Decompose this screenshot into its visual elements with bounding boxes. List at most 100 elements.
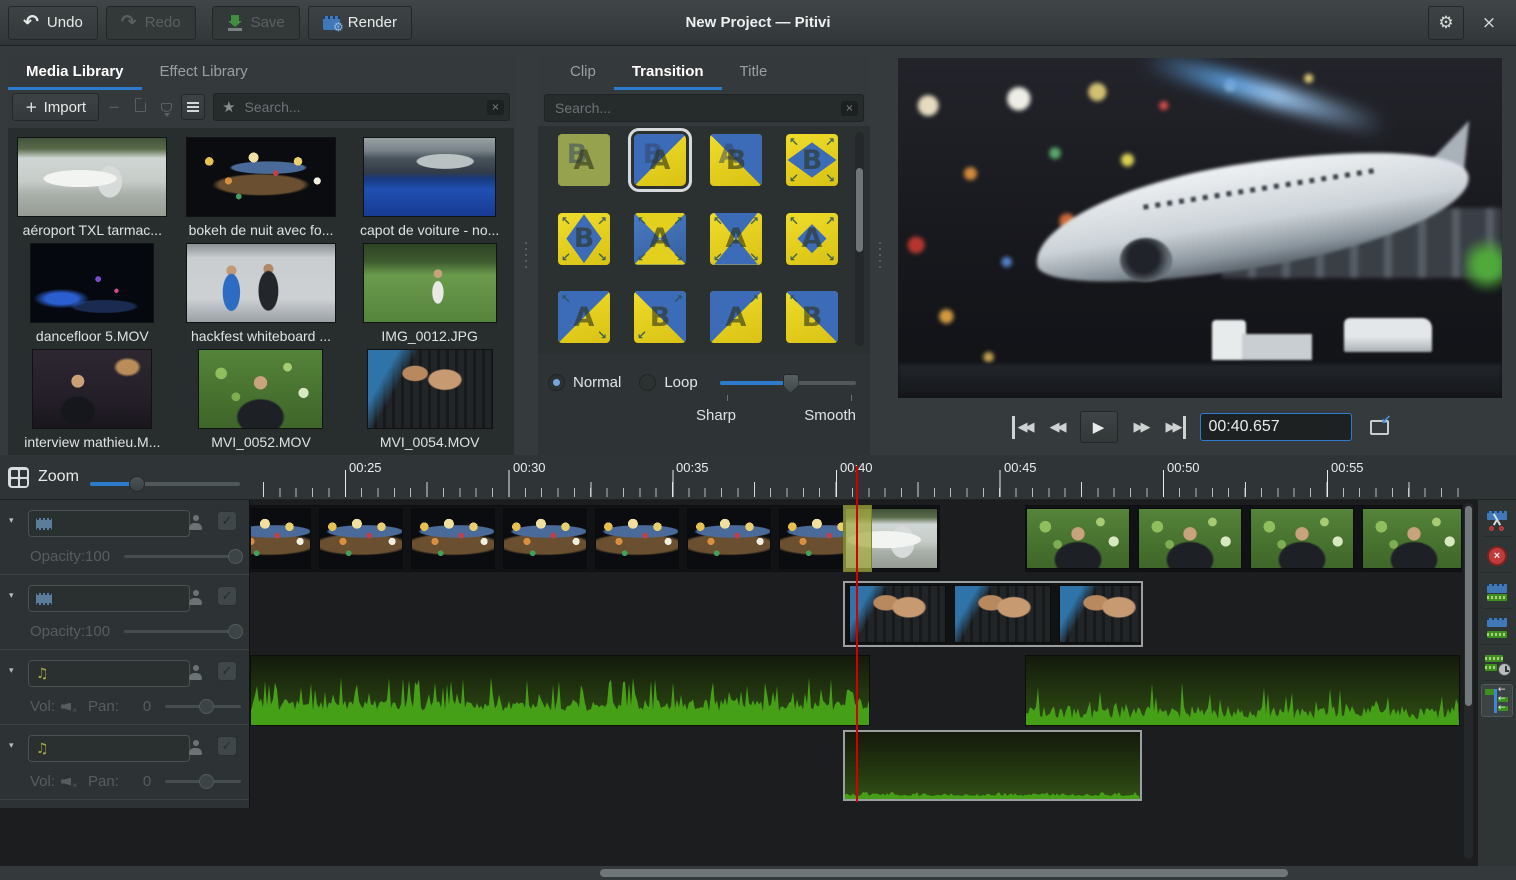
speaker-muted-icon[interactable]: × <box>61 700 76 713</box>
transition-tile[interactable]: BA <box>558 134 610 186</box>
media-item[interactable]: bokeh de nuit avec fo... <box>177 132 346 238</box>
loop-radio[interactable] <box>639 374 656 391</box>
transition-search-input[interactable] <box>553 99 835 117</box>
timecode-input[interactable] <box>1200 413 1352 441</box>
settings-button[interactable]: ⚙ <box>1428 6 1464 40</box>
layer-name-field[interactable] <box>28 510 190 537</box>
opacity-slider[interactable] <box>124 630 241 633</box>
transition-tile[interactable]: AB <box>710 134 762 186</box>
split-button[interactable] <box>1481 504 1513 537</box>
redo-button[interactable]: ↷ Redo <box>106 6 196 40</box>
tab-transition[interactable]: Transition <box>614 57 722 90</box>
media-item[interactable]: MVI_0054.MOV <box>345 344 514 450</box>
vol-label: Vol: <box>30 698 55 715</box>
pane-handle[interactable] <box>879 242 881 268</box>
viewer-preview[interactable] <box>898 58 1502 398</box>
media-item-label: dancefloor 5.MOV <box>36 328 149 344</box>
ungroup-button[interactable] <box>1481 612 1513 645</box>
delete-clip-button[interactable]: × <box>1481 540 1513 573</box>
arrow-nw-icon: ↖ <box>789 135 799 149</box>
render-button[interactable]: ⚙ Render <box>308 6 412 40</box>
remove-asset-button[interactable]: − <box>103 98 125 116</box>
ruler-label: 00:50 <box>1167 460 1200 475</box>
transition-tile[interactable]: A ↖↗↙↘ <box>786 213 838 265</box>
transition-tile[interactable]: A ↗ <box>710 291 762 343</box>
close-button[interactable]: × <box>1472 6 1506 40</box>
video-clip-interview[interactable] <box>1025 505 1462 572</box>
media-search-input[interactable] <box>243 98 481 116</box>
tab-media-library[interactable]: Media Library <box>8 57 142 90</box>
view-options-button[interactable] <box>181 94 205 120</box>
tab-clip[interactable]: Clip <box>552 57 614 90</box>
transition-tile[interactable]: A ↖↗↙↘ <box>634 213 686 265</box>
border-slider[interactable] <box>720 381 856 385</box>
clear-search-icon[interactable]: × <box>841 101 858 116</box>
tab-title[interactable]: Title <box>722 57 786 90</box>
undo-button[interactable]: ↶ Undo <box>8 6 98 40</box>
pan-slider[interactable] <box>165 705 241 708</box>
expander-icon[interactable]: ▾ <box>9 591 14 601</box>
layer-name-field[interactable]: ♫ <box>28 735 190 762</box>
media-item[interactable]: dancefloor 5.MOV <box>8 238 177 344</box>
zoom-slider[interactable] <box>90 482 240 486</box>
pan-slider[interactable] <box>165 780 241 783</box>
clear-search-icon[interactable]: × <box>487 100 504 115</box>
speaker-muted-icon[interactable]: × <box>61 775 76 788</box>
video-clip-keyboard[interactable] <box>843 581 1143 647</box>
opacity-slider[interactable] <box>124 555 241 558</box>
transition-tile[interactable]: B ↗↙ <box>634 291 686 343</box>
go-to-start-button[interactable]: ◀◀ <box>1012 416 1034 439</box>
media-item[interactable]: interview mathieu.M... <box>8 344 177 450</box>
transition-tile[interactable]: A ↖↗↙↘ <box>710 213 762 265</box>
layer-name-field[interactable]: ♫ <box>28 660 190 687</box>
audio-clip[interactable] <box>1025 655 1460 726</box>
proxy-button[interactable] <box>155 99 177 116</box>
align-button[interactable] <box>1481 648 1513 681</box>
media-item[interactable]: hackfest whiteboard ... <box>177 238 346 344</box>
layer-checkbox[interactable]: ✓ <box>217 586 237 606</box>
insert-at-end-button[interactable] <box>129 98 151 116</box>
save-button[interactable]: Save <box>212 6 300 40</box>
gapless-mode-button[interactable]: ←←← <box>1481 684 1513 717</box>
expander-icon[interactable]: ▾ <box>9 741 14 751</box>
transition-grid-scrollbar[interactable] <box>855 132 864 346</box>
transition-tile[interactable]: B ↖↗↙↘ <box>558 213 610 265</box>
group-button[interactable] <box>1481 576 1513 609</box>
layer-checkbox[interactable]: ✓ <box>217 511 237 531</box>
normal-radio[interactable] <box>548 374 565 391</box>
layer-name-field[interactable] <box>28 585 190 612</box>
go-to-end-button[interactable]: ▶▶ <box>1164 416 1186 439</box>
pane-handle[interactable] <box>525 242 527 268</box>
audio-clip[interactable] <box>843 730 1142 801</box>
media-item[interactable]: capot de voiture - no... <box>345 132 514 238</box>
play-button[interactable]: ▶ <box>1080 411 1118 443</box>
video-clip-bokeh[interactable] <box>250 505 872 572</box>
seek-back-button[interactable]: ◀◀ <box>1048 416 1066 439</box>
playhead[interactable] <box>856 466 858 802</box>
media-item[interactable]: MVI_0052.MOV <box>177 344 346 450</box>
close-icon: × <box>1482 13 1496 33</box>
sharp-label: Sharp <box>696 407 736 424</box>
media-item[interactable]: IMG_0012.JPG <box>345 238 514 344</box>
seek-forward-button[interactable]: ▶▶ <box>1132 416 1150 439</box>
import-button[interactable]: + Import <box>12 93 99 121</box>
transition-tile[interactable]: A ↖↘ <box>558 291 610 343</box>
transition-tile[interactable]: B ↖↗↙↘ <box>786 134 838 186</box>
tab-effect-library[interactable]: Effect Library <box>142 57 266 90</box>
timeline-horizontal-scrollbar[interactable] <box>0 866 1516 880</box>
transition-tile-selected[interactable]: BA <box>634 134 686 186</box>
zoom-slider-knob[interactable] <box>129 476 145 492</box>
timeline-vertical-scrollbar[interactable] <box>1464 503 1473 859</box>
expander-icon[interactable]: ▾ <box>9 666 14 676</box>
detach-viewer-button[interactable]: ↙ <box>1370 420 1389 435</box>
layer-checkbox[interactable]: ✓ <box>217 736 237 756</box>
vol-label: Vol: <box>30 773 55 790</box>
timeline-ruler[interactable]: 00:25 00:30 00:35 00:40 00:45 00:50 00:5… <box>250 455 1466 499</box>
border-slider-knob[interactable] <box>783 374 799 393</box>
audio-clip[interactable] <box>250 655 870 726</box>
layer-checkbox[interactable]: ✓ <box>217 661 237 681</box>
zoom-fit-button[interactable] <box>8 467 29 488</box>
media-item[interactable]: aéroport TXL tarmac... <box>8 132 177 238</box>
expander-icon[interactable]: ▾ <box>9 516 14 526</box>
transition-tile[interactable]: B ↖ <box>786 291 838 343</box>
